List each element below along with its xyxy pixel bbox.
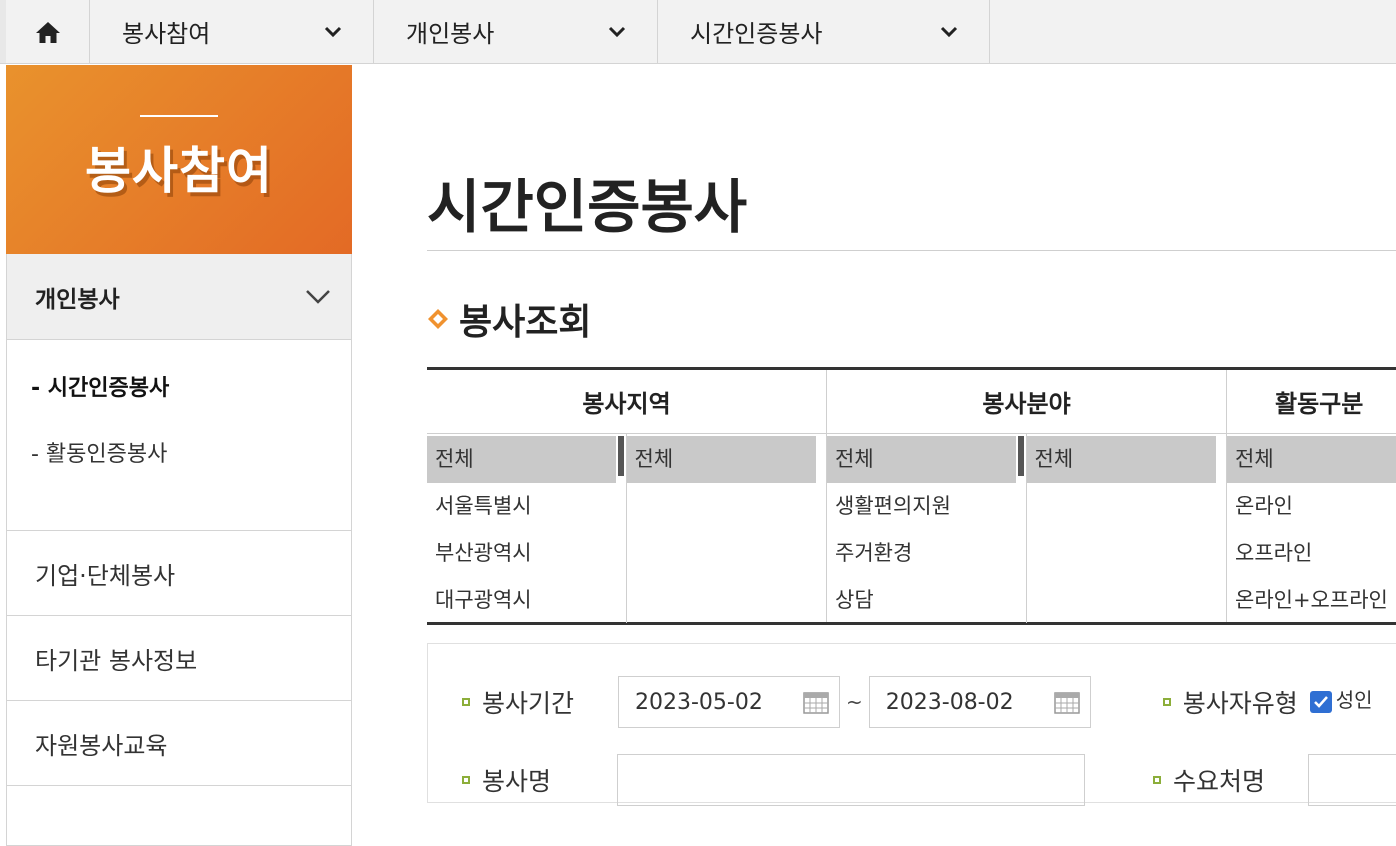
nav-dropdown-label: 개인봉사 [406,20,495,48]
activity-list[interactable]: 전체 온라인 오프라인 온라인+오프라인 [1227,434,1396,622]
filter-activity: 활동구분 전체 온라인 오프라인 온라인+오프라인 [1227,370,1396,622]
home-button[interactable] [0,0,90,63]
nav-dropdown-time-certified[interactable]: 시간인증봉사 [658,0,990,63]
filter-region: 봉사지역 전체 서울특별시 부산광역시 대구광역시 전체 [427,370,827,623]
volunteer-type-label: 봉사자유형 [1162,684,1298,720]
period-label: 봉사기간 [462,684,618,720]
sidebar-title: 봉사참여 [85,142,273,200]
sidebar-header: 봉사참여 [6,65,352,254]
field-list-secondary[interactable]: 전체 [1026,434,1227,623]
list-item[interactable]: 전체 [427,436,623,483]
sidebar-item-education[interactable]: 자원봉사교육 [6,701,352,786]
filter-field: 봉사분야 전체 생활편의지원 주거환경 상담 전체 [827,370,1227,623]
list-item[interactable]: 생활편의지원 [827,483,1026,530]
demand-label: 수요처명 [1152,762,1308,798]
bullet-square-icon [462,776,470,784]
sidebar-submenu-label: 개인봉사 [35,286,120,313]
search-form: 봉사기간 2023-05-02 ~ 2023-08-02 봉사자유형 성인 봉사… [427,643,1396,806]
chevron-down-icon [940,26,958,37]
demand-name-input[interactable] [1307,754,1396,806]
adult-checkbox-label: 성인 [1335,687,1373,712]
filter-activity-header: 활동구분 [1227,370,1396,434]
checkmark-icon [1313,696,1328,708]
section-title: 봉사조회 [427,293,591,345]
name-label-text: 봉사명 [482,767,552,796]
list-item[interactable]: 상담 [827,577,1026,624]
list-item[interactable]: 온라인+오프라인 [1227,577,1396,622]
section-title-text: 봉사조회 [459,302,592,343]
volunteer-name-input[interactable] [616,754,1085,806]
list-item[interactable]: 오프라인 [1227,530,1396,577]
list-item[interactable]: 전체 [626,436,816,483]
search-row-name: 봉사명 수요처명 [428,754,1396,806]
filter-field-header: 봉사분야 [827,370,1226,434]
nav-dropdown-label: 봉사참여 [122,20,211,48]
home-icon [35,21,60,43]
period-label-text: 봉사기간 [482,689,575,718]
start-date-value: 2023-05-02 [635,689,763,715]
start-date-field[interactable]: 2023-05-02 [618,676,840,728]
field-list-primary[interactable]: 전체 생활편의지원 주거환경 상담 [827,434,1027,623]
calendar-icon[interactable] [1054,690,1080,714]
top-navigation: 봉사참여 개인봉사 시간인증봉사 [0,0,1396,64]
nav-dropdown-label: 시간인증봉사 [690,20,823,48]
list-item[interactable]: 부산광역시 [427,530,626,577]
list-item[interactable]: 전체 [827,436,1023,483]
search-row-period: 봉사기간 2023-05-02 ~ 2023-08-02 봉사자유형 성인 [428,676,1396,728]
sidebar-item-partial[interactable] [6,786,352,846]
filter-region-header: 봉사지역 [427,370,826,434]
bullet-square-icon [1162,698,1171,706]
calendar-icon[interactable] [803,690,829,714]
sidebar-subitem-time-certified[interactable]: - 시간인증봉사 [31,370,351,436]
nav-dropdown-personal[interactable]: 개인봉사 [374,0,658,63]
list-item[interactable]: 주거환경 [827,530,1026,577]
end-date-field[interactable]: 2023-08-02 [868,676,1091,728]
title-divider [427,250,1396,251]
list-item[interactable]: 서울특별시 [427,483,626,530]
region-list-primary[interactable]: 전체 서울특별시 부산광역시 대구광역시 [427,434,627,623]
list-item[interactable]: 전체 [1227,436,1396,483]
diamond-bullet-icon [428,309,448,329]
sidebar: 봉사참여 개인봉사 - 시간인증봉사 - 활동인증봉사 기업·단체봉사 타기관 … [6,65,352,846]
chevron-down-icon [324,26,342,37]
bullet-square-icon [462,698,470,706]
volunteer-type-label-text: 봉사자유형 [1182,689,1298,718]
sidebar-item-corporate[interactable]: 기업·단체봉사 [6,531,352,616]
end-date-value: 2023-08-02 [885,689,1014,715]
sidebar-item-other-agency[interactable]: 타기관 봉사정보 [6,616,352,701]
list-item[interactable]: 온라인 [1227,483,1396,530]
name-label: 봉사명 [462,762,617,798]
list-item[interactable]: 전체 [1026,436,1216,483]
region-list-secondary[interactable]: 전체 [626,434,827,623]
date-range-separator: ~ [846,690,863,714]
adult-checkbox[interactable] [1309,691,1332,713]
bullet-square-icon [1152,776,1161,784]
chevron-down-icon [608,26,626,37]
filter-panel: 봉사지역 전체 서울특별시 부산광역시 대구광역시 전체 봉사분야 전체 생활편… [427,367,1396,625]
page-title: 시간인증봉사 [427,173,748,241]
sidebar-submenu-toggle[interactable]: 개인봉사 [6,254,352,340]
chevron-down-icon [306,289,330,304]
demand-label-text: 수요처명 [1172,767,1265,796]
sidebar-sublist: - 시간인증봉사 - 활동인증봉사 [6,340,352,531]
sidebar-subitem-activity-certified[interactable]: - 활동인증봉사 [31,436,351,502]
header-divider [140,115,218,117]
list-item[interactable]: 대구광역시 [427,577,626,624]
nav-dropdown-participation[interactable]: 봉사참여 [90,0,374,63]
